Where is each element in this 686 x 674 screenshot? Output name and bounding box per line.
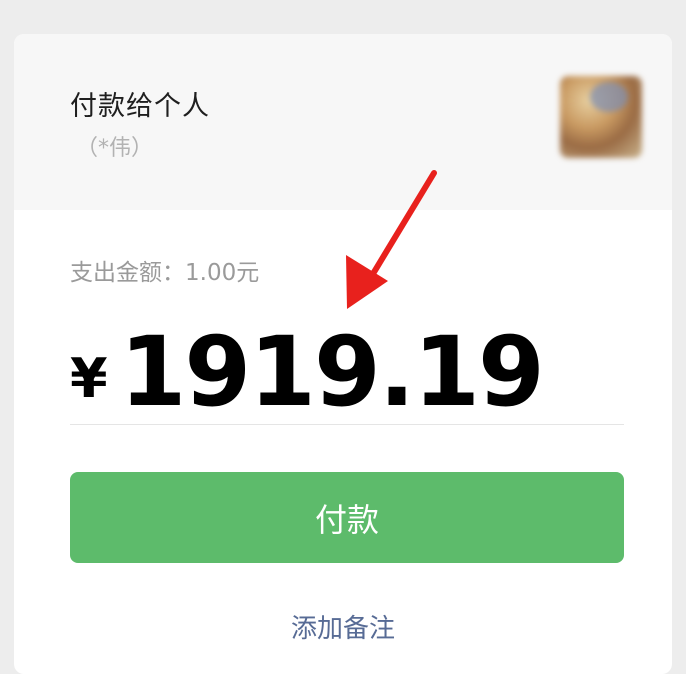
avatar [560,76,642,158]
pay-button[interactable]: 付款 [70,472,624,563]
payment-card: 付款给个人 （*伟） 支出金额：1.00元 ¥ 1919.19 付款 添加备注 [14,34,672,674]
amount-value: 1919.19 [119,316,545,428]
amount-display: ¥ 1919.19 [70,310,545,430]
payee-header: 付款给个人 （*伟） [14,34,672,210]
add-note-link[interactable]: 添加备注 [14,608,672,645]
expense-amount-line: 支出金额：1.00元 [70,253,259,287]
expense-label: 支出金额： [70,260,185,286]
divider [70,424,624,425]
payee-title: 付款给个人 [70,91,210,122]
expense-value: 1.00元 [185,260,260,286]
currency-symbol: ¥ [70,347,108,410]
payee-name: （*伟） [76,136,154,161]
